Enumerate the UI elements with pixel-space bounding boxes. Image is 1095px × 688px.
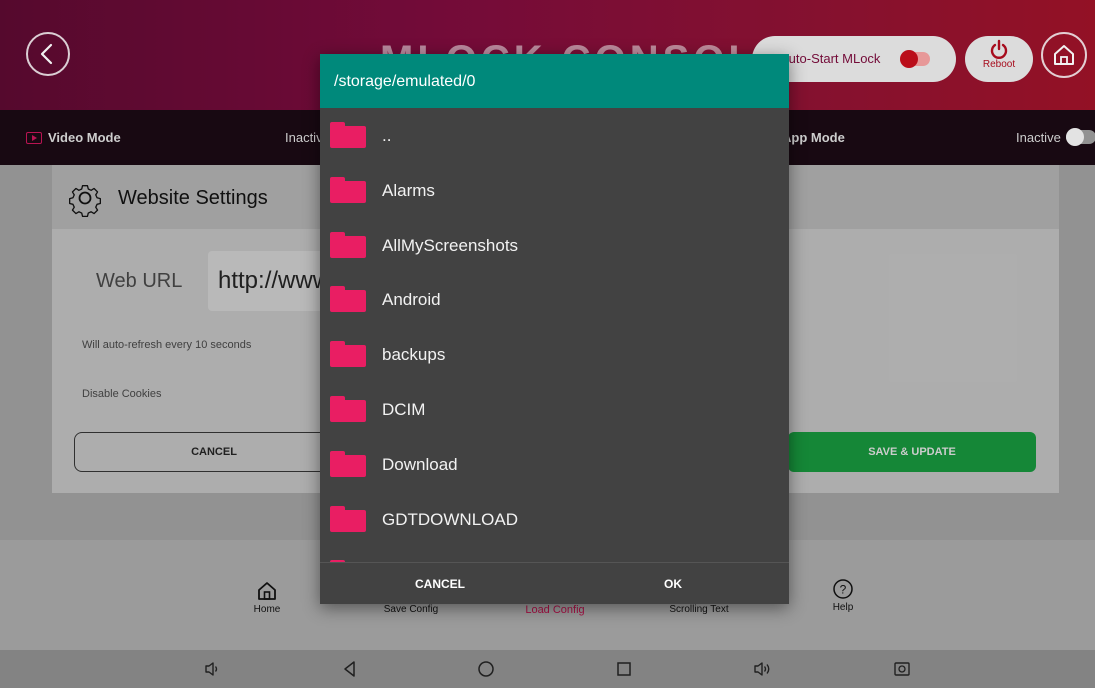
folder-name: Alarms — [382, 180, 435, 200]
folder-row[interactable]: backups — [320, 327, 789, 382]
folder-row[interactable]: Download — [320, 437, 789, 492]
folder-name: AllMyScreenshots — [382, 235, 519, 255]
folder-row[interactable]: DCIM — [320, 382, 789, 437]
folder-name: GDTDOWNLOAD — [382, 509, 518, 529]
folder-row[interactable]: AllMyScreenshots — [320, 218, 789, 273]
folder-row-partial[interactable] — [320, 546, 789, 562]
folder-icon — [330, 505, 366, 532]
dialog-actions: CANCEL OK — [320, 562, 789, 604]
folder-name: backups — [382, 345, 446, 365]
folder-icon — [330, 176, 366, 203]
folder-name: Download — [382, 454, 458, 474]
folder-row[interactable]: Android — [320, 272, 789, 327]
folder-row[interactable]: GDTDOWNLOAD — [320, 492, 789, 547]
folder-row[interactable]: .. — [320, 108, 789, 163]
file-chooser-dialog: /storage/emulated/0 .. Alarms AllMyScree… — [320, 54, 789, 604]
folder-name: Android — [382, 290, 441, 310]
folder-icon — [330, 122, 366, 148]
folder-list: .. Alarms AllMyScreenshots Android backu… — [320, 108, 789, 562]
folder-name: DCIM — [382, 399, 426, 419]
folder-row[interactable]: Alarms — [320, 163, 789, 218]
folder-icon — [330, 286, 366, 313]
folder-icon — [330, 395, 366, 422]
current-path: /storage/emulated/0 — [334, 73, 476, 90]
dialog-ok-button[interactable]: OK — [664, 577, 682, 591]
dialog-cancel-button[interactable]: CANCEL — [415, 577, 465, 591]
folder-name: .. — [382, 126, 392, 145]
folder-icon — [330, 231, 366, 258]
folder-icon — [330, 450, 366, 477]
dialog-header: /storage/emulated/0 — [320, 54, 789, 108]
folder-icon — [330, 341, 366, 368]
